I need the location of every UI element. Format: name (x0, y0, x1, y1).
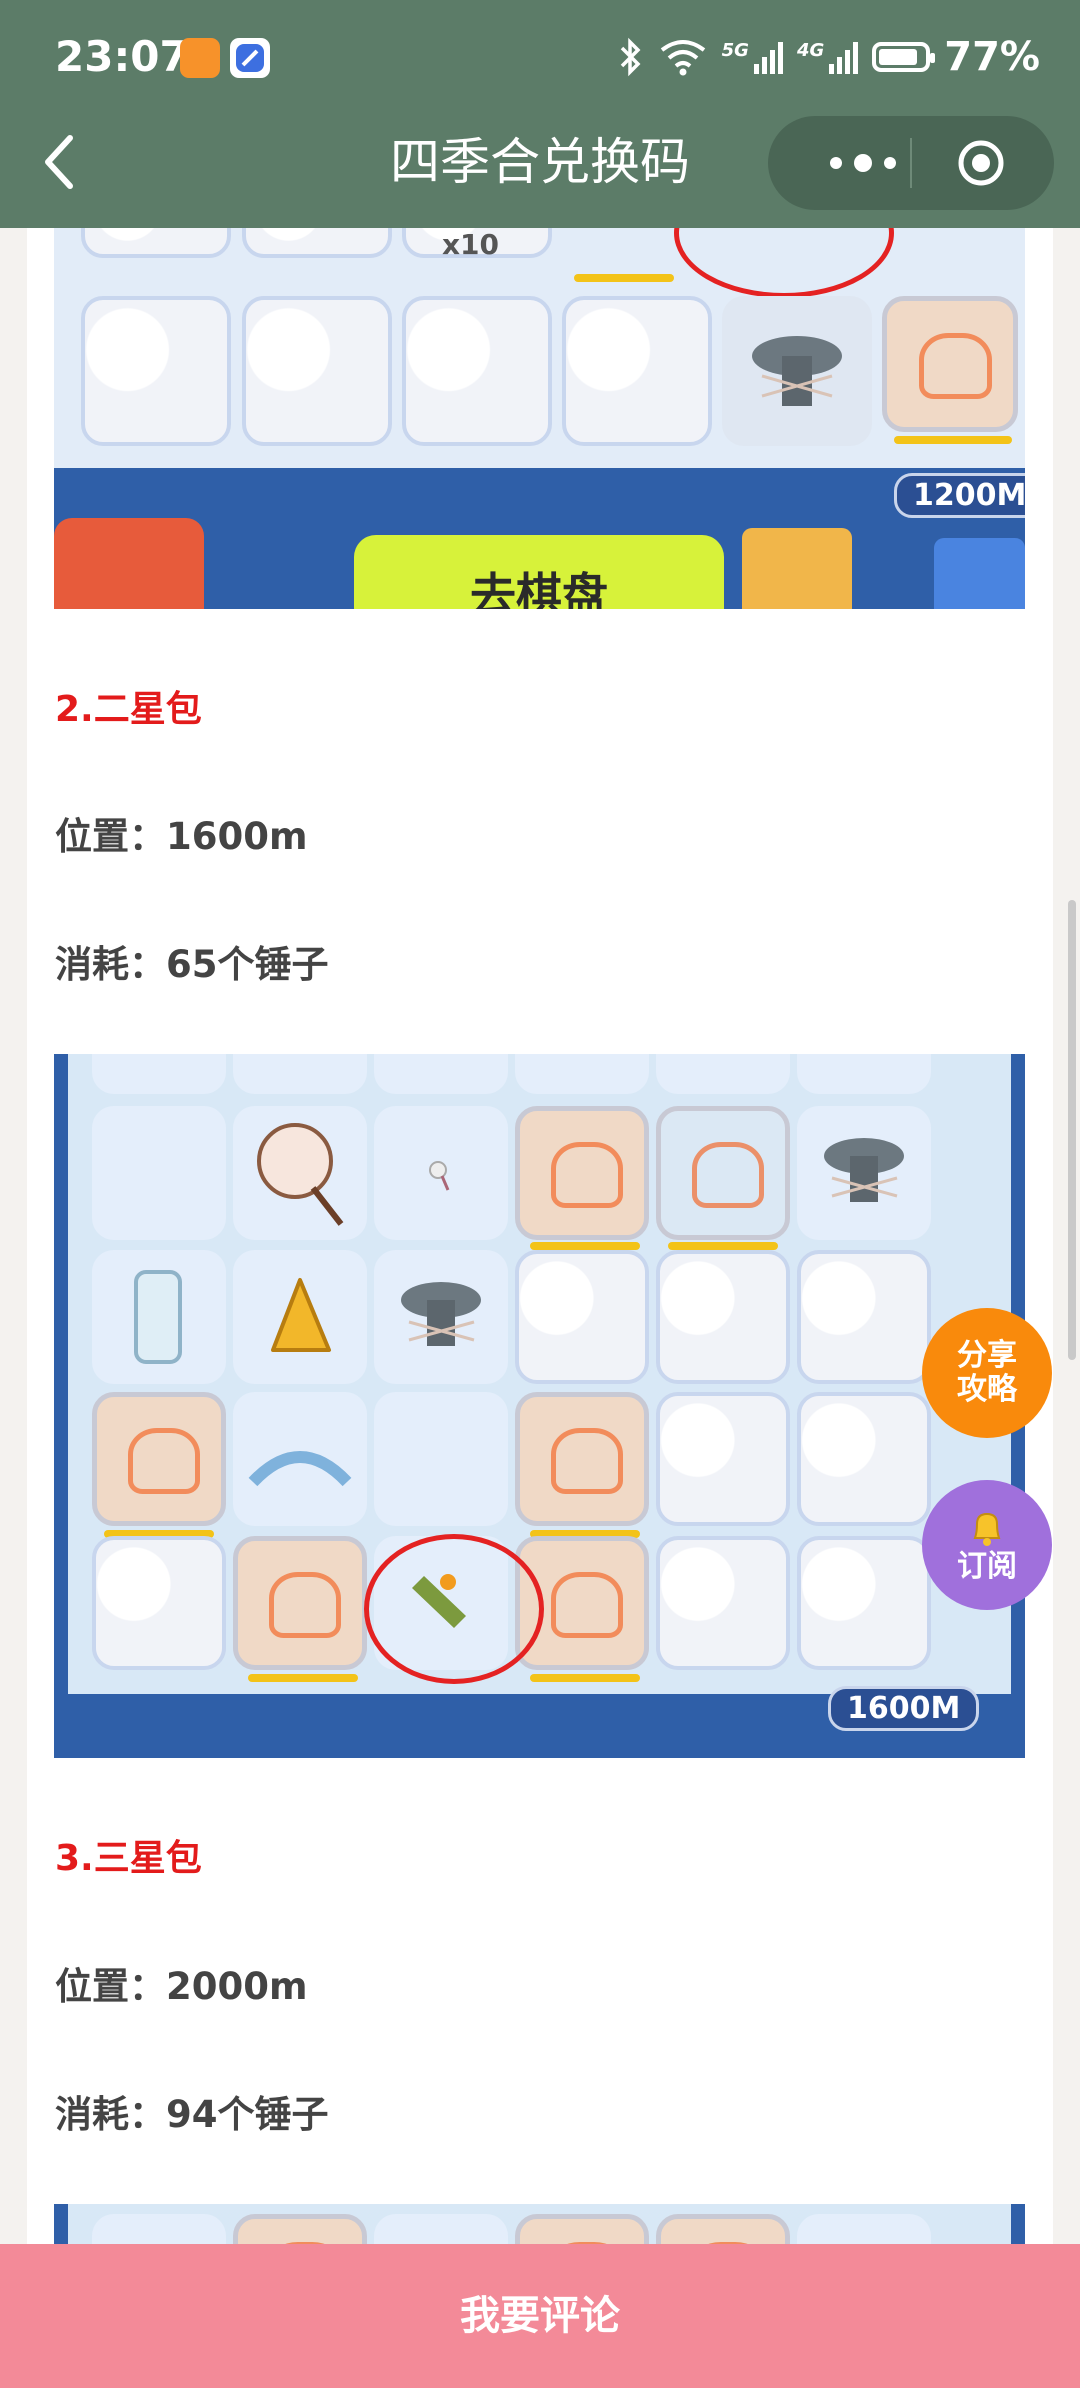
comment-button[interactable]: 我要评论 (0, 2244, 1080, 2388)
stool-item (797, 1106, 931, 1240)
bell-icon (973, 1512, 1001, 1546)
item-2-heading: 2.二星包 (55, 689, 202, 730)
subscribe-label: 订阅 (957, 1549, 1017, 1584)
app-notification-icon (180, 38, 220, 78)
item-3-cost: 消耗：94个锤子 (55, 2093, 329, 2136)
scroll-item (92, 1250, 226, 1384)
more-icon[interactable] (818, 148, 908, 178)
bridge-item (233, 1392, 367, 1526)
battery-percent: 77% (944, 34, 1040, 80)
item-3-heading: 3.三星包 (55, 1838, 202, 1879)
multiplier-label: x10 (442, 228, 500, 261)
game-screenshot-2000m (54, 2204, 1025, 2244)
status-icons: 5G 4G 77% (618, 34, 1040, 80)
signal-4g-icon: 4G (797, 40, 859, 74)
item-2-cost: 消耗：65个锤子 (55, 943, 329, 986)
status-time: 23:07 (55, 32, 189, 81)
app-notification-icon (230, 38, 270, 78)
stool-item (722, 296, 872, 446)
close-target-icon[interactable] (956, 138, 1006, 188)
distance-badge: 1600M (828, 1686, 980, 1731)
top-bar: 23:07 5G 4G 77% 四季合兑换码 (0, 0, 1080, 228)
highlight-circle (674, 228, 894, 298)
gift-box (934, 538, 1025, 609)
subscribe-button[interactable]: 订阅 (922, 1480, 1052, 1610)
gem-item (233, 1250, 367, 1384)
stool-item (374, 1250, 508, 1384)
wifi-icon (660, 40, 705, 76)
share-label-line2: 攻略 (957, 1372, 1017, 1407)
game-screenshot-1200m: x10 1200M 去棋盘 (54, 228, 1025, 609)
bluetooth-icon (620, 37, 641, 77)
battery-icon (872, 42, 936, 72)
game-screenshot-1600m: 1600M (54, 1054, 1025, 1758)
fan-item (233, 1106, 367, 1240)
share-label-line1: 分享 (957, 1338, 1017, 1373)
go-board-button: 去棋盘 (354, 535, 724, 609)
item-3-location: 位置：2000m (55, 1965, 308, 2008)
gift-box (742, 528, 852, 609)
back-arrow-button (54, 518, 204, 609)
signal-5g-icon: 5G (722, 40, 783, 74)
mini-program-capsule (768, 116, 1054, 210)
scrollbar-thumb[interactable] (1068, 900, 1076, 1360)
highlight-circle (364, 1534, 544, 1684)
item-2-location: 位置：1600m (55, 815, 308, 858)
capsule-divider (910, 138, 912, 188)
distance-badge: 1200M (894, 473, 1025, 518)
article-card: x10 1200M 去棋盘 2.二星包 位置：1600m 消耗：65个锤子 16… (27, 228, 1053, 2244)
share-guide-button[interactable]: 分享 攻略 (922, 1308, 1052, 1438)
